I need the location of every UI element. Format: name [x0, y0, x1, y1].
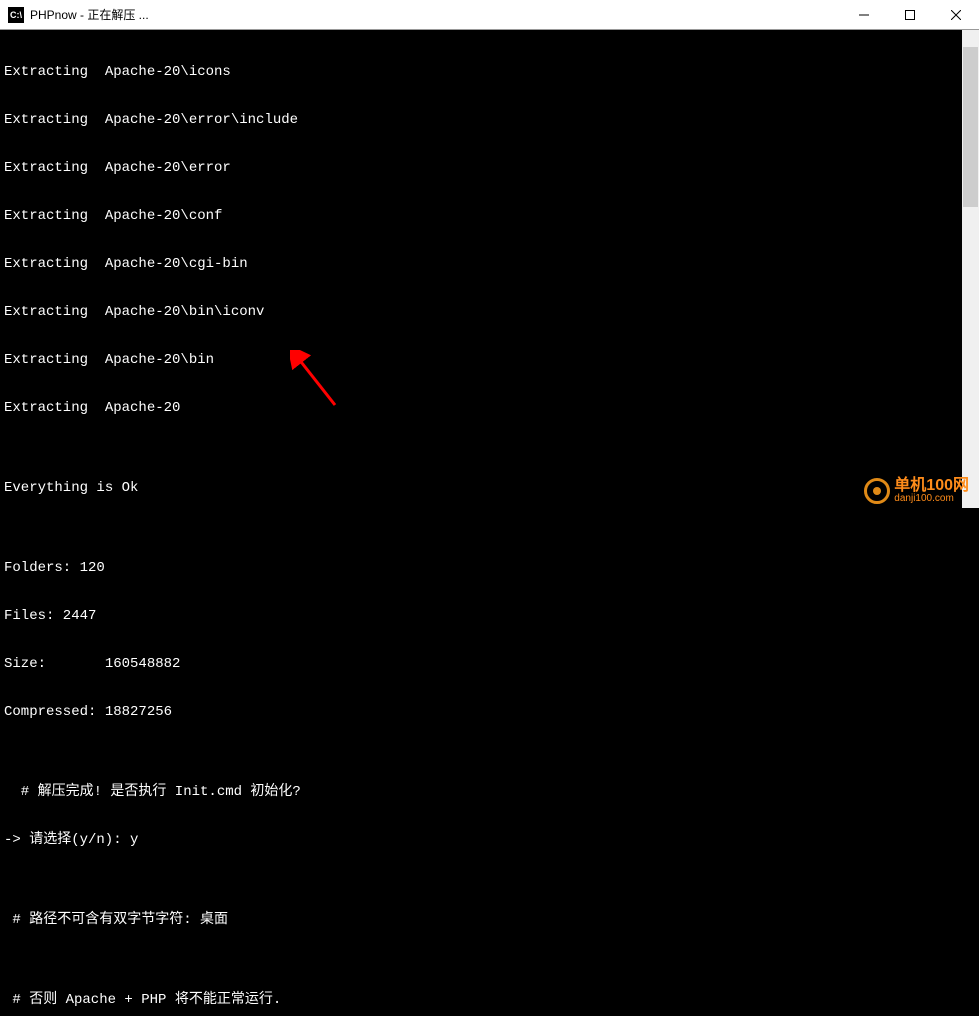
vertical-scrollbar[interactable]: [962, 30, 979, 508]
watermark-url: danji100.com: [894, 494, 969, 504]
watermark-logo-icon: [864, 478, 890, 504]
terminal-line: Size: 160548882: [4, 656, 975, 672]
terminal-line: Extracting Apache-20\icons: [4, 64, 975, 80]
terminal-line: Extracting Apache-20\bin\iconv: [4, 304, 975, 320]
terminal-line: Everything is Ok: [4, 480, 975, 496]
watermark-title: 单机100网: [894, 478, 969, 494]
maximize-button[interactable]: [887, 0, 933, 30]
terminal-line: Extracting Apache-20: [4, 400, 975, 416]
terminal-line: Extracting Apache-20\conf: [4, 208, 975, 224]
scrollbar-thumb[interactable]: [963, 47, 978, 207]
window-title: PHPnow - 正在解压 ...: [24, 7, 841, 23]
terminal-line: # 解压完成! 是否执行 Init.cmd 初始化?: [4, 784, 975, 800]
terminal-line: Compressed: 18827256: [4, 704, 975, 720]
window-titlebar: C:\ PHPnow - 正在解压 ...: [0, 0, 979, 30]
terminal-line: Extracting Apache-20\error: [4, 160, 975, 176]
terminal-line: Extracting Apache-20\bin: [4, 352, 975, 368]
watermark: 单机100网 danji100.com: [864, 478, 969, 504]
terminal-line: Folders: 120: [4, 560, 975, 576]
terminal-line: # 路径不可含有双字节字符: 桌面: [4, 912, 975, 928]
terminal-line: Extracting Apache-20\cgi-bin: [4, 256, 975, 272]
terminal-line: Extracting Apache-20\error\include: [4, 112, 975, 128]
minimize-button[interactable]: [841, 0, 887, 30]
terminal-line: # 否则 Apache + PHP 将不能正常运行.: [4, 992, 975, 1008]
app-icon: C:\: [8, 7, 24, 23]
terminal-line: -> 请选择(y/n): y: [4, 832, 975, 848]
terminal-output[interactable]: Extracting Apache-20\icons Extracting Ap…: [0, 30, 979, 508]
terminal-line: Files: 2447: [4, 608, 975, 624]
close-button[interactable]: [933, 0, 979, 30]
